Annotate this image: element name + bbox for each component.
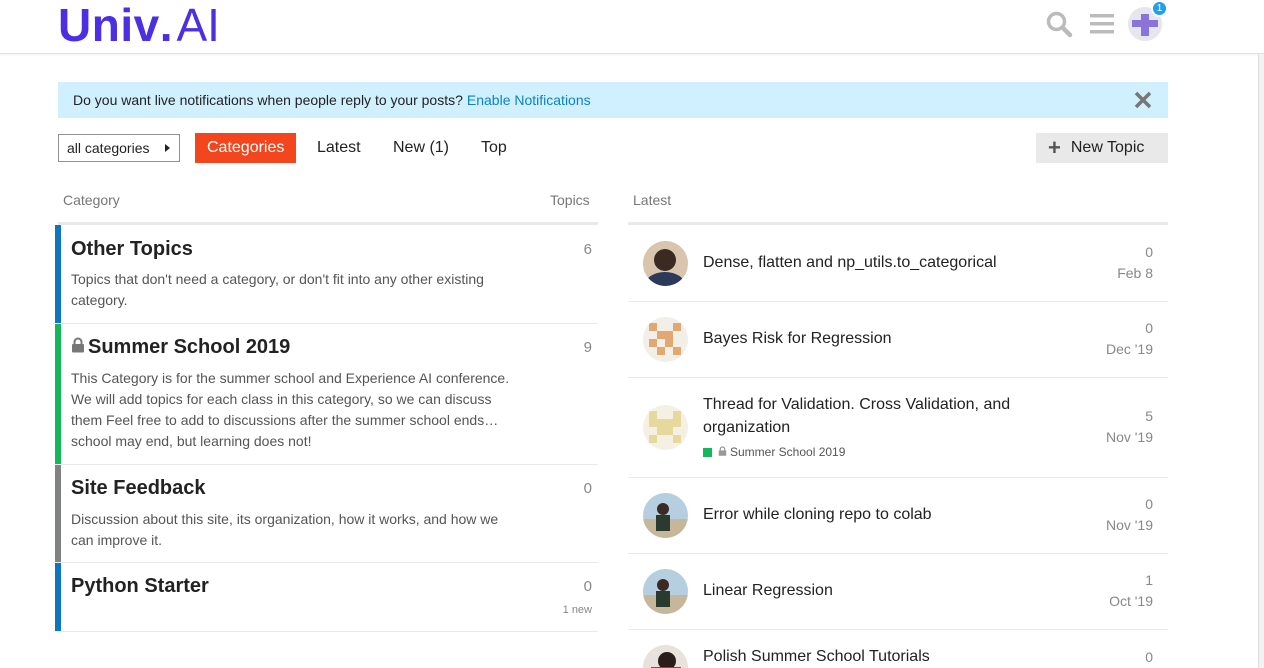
avatar[interactable] (643, 493, 688, 538)
topic-row[interactable]: Linear Regression 1 Oct '19 (628, 554, 1168, 630)
category-name-wrap[interactable]: Summer School 2019 (71, 336, 290, 359)
topic-reply-count: 0 (1145, 649, 1153, 665)
category-color-bar (55, 465, 61, 562)
category-color-bar (55, 324, 61, 464)
site-header: Univ. AI 1 (0, 0, 1264, 54)
category-topic-count: 6 (583, 241, 592, 258)
topic-reply-count: 0 (1145, 244, 1153, 260)
lock-icon (71, 336, 85, 359)
avatar[interactable] (643, 645, 688, 668)
topic-title[interactable]: Thread for Validation. Cross Validation,… (703, 393, 1043, 439)
topic-row[interactable]: Thread for Validation. Cross Validation,… (628, 378, 1168, 478)
lock-icon (718, 445, 727, 459)
category-row[interactable]: Summer School 2019 This Category is for … (55, 324, 598, 465)
topic-row[interactable]: Dense, flatten and np_utils.to_categoric… (628, 226, 1168, 302)
avatar[interactable] (643, 569, 688, 614)
search-icon[interactable] (1043, 8, 1075, 40)
tab-new[interactable]: New (1) (381, 133, 461, 163)
latest-column-header: Latest (633, 192, 672, 208)
topic-category-tag[interactable]: Summer School 2019 (703, 445, 845, 459)
new-topic-button[interactable]: + New Topic (1036, 133, 1168, 163)
close-icon[interactable] (1134, 91, 1152, 109)
logo-text-ai: AI (176, 0, 220, 51)
topic-date[interactable]: Nov '19 (1106, 429, 1153, 445)
tab-top[interactable]: Top (469, 133, 519, 163)
topic-row[interactable]: Error while cloning repo to colab 0 Nov … (628, 478, 1168, 554)
logo-text-main: Univ (58, 0, 160, 51)
category-row[interactable]: Python Starter 0 1 new (55, 563, 598, 632)
plus-icon: + (1048, 135, 1061, 160)
category-description: This Category is for the summer school a… (71, 370, 510, 449)
latest-header-divider (628, 222, 1168, 225)
category-name[interactable]: Site Feedback (71, 477, 206, 500)
topic-date[interactable]: Feb 8 (1117, 265, 1153, 281)
category-topic-count: 0 (583, 480, 592, 497)
topic-date[interactable]: Nov '19 (1106, 517, 1153, 533)
category-name[interactable]: Other Topics (71, 238, 193, 261)
category-description: Discussion about this site, its organiza… (71, 511, 499, 548)
category-description: Topics that don't need a category, or do… (71, 271, 484, 308)
notification-banner: Do you want live notifications when peop… (58, 82, 1168, 118)
topic-row[interactable]: Bayes Risk for Regression 0 Dec '19 (628, 302, 1168, 378)
new-topic-label: New Topic (1070, 139, 1145, 156)
category-color-bar (55, 225, 61, 323)
topic-title[interactable]: Bayes Risk for Regression (703, 327, 1043, 350)
banner-text: Do you want live notifications when peop… (73, 92, 463, 108)
topic-reply-count: 0 (1145, 320, 1153, 336)
avatar[interactable] (643, 241, 688, 286)
topic-row[interactable]: Polish Summer School Tutorials 0 (628, 630, 1168, 668)
category-new-count: 1 new (562, 604, 592, 616)
topics-column-header: Topics (550, 192, 590, 208)
hamburger-menu-icon[interactable] (1086, 8, 1118, 40)
logo-text-dot: . (159, 0, 173, 51)
avatar[interactable] (643, 405, 688, 450)
avatar[interactable] (643, 317, 688, 362)
category-name[interactable]: Python Starter (71, 575, 209, 598)
enable-notifications-link[interactable]: Enable Notifications (467, 92, 591, 108)
category-topic-count: 9 (583, 339, 592, 356)
category-row[interactable]: Site Feedback Discussion about this site… (55, 465, 598, 563)
category-name: Summer School 2019 (88, 336, 291, 358)
tab-categories[interactable]: Categories (195, 133, 297, 163)
category-color-bar (55, 563, 61, 631)
scrollbar-track[interactable] (1258, 54, 1264, 668)
category-row[interactable]: Other Topics Topics that don't need a ca… (55, 225, 598, 324)
topic-category-name: Summer School 2019 (730, 445, 846, 459)
category-dropdown-label: all categories (67, 140, 150, 156)
topic-title[interactable]: Dense, flatten and np_utils.to_categoric… (703, 251, 1043, 274)
caret-right-icon (165, 144, 170, 152)
category-topic-count: 0 (583, 578, 592, 595)
site-logo[interactable]: Univ. AI (58, 0, 220, 50)
topic-title[interactable]: Linear Regression (703, 579, 1043, 602)
tab-latest[interactable]: Latest (305, 133, 373, 163)
topic-date[interactable]: Oct '19 (1109, 593, 1153, 609)
topic-reply-count: 1 (1145, 572, 1153, 588)
category-dropdown[interactable]: all categories (58, 134, 180, 162)
topic-reply-count: 5 (1145, 408, 1153, 424)
topic-reply-count: 0 (1145, 496, 1153, 512)
notification-badge[interactable]: 1 (1151, 0, 1168, 17)
topic-title[interactable]: Error while cloning repo to colab (703, 503, 1043, 526)
category-column-header: Category (63, 192, 120, 208)
topic-title[interactable]: Polish Summer School Tutorials (703, 645, 1043, 668)
topic-date[interactable]: Dec '19 (1106, 341, 1153, 357)
category-color-square (703, 447, 712, 457)
